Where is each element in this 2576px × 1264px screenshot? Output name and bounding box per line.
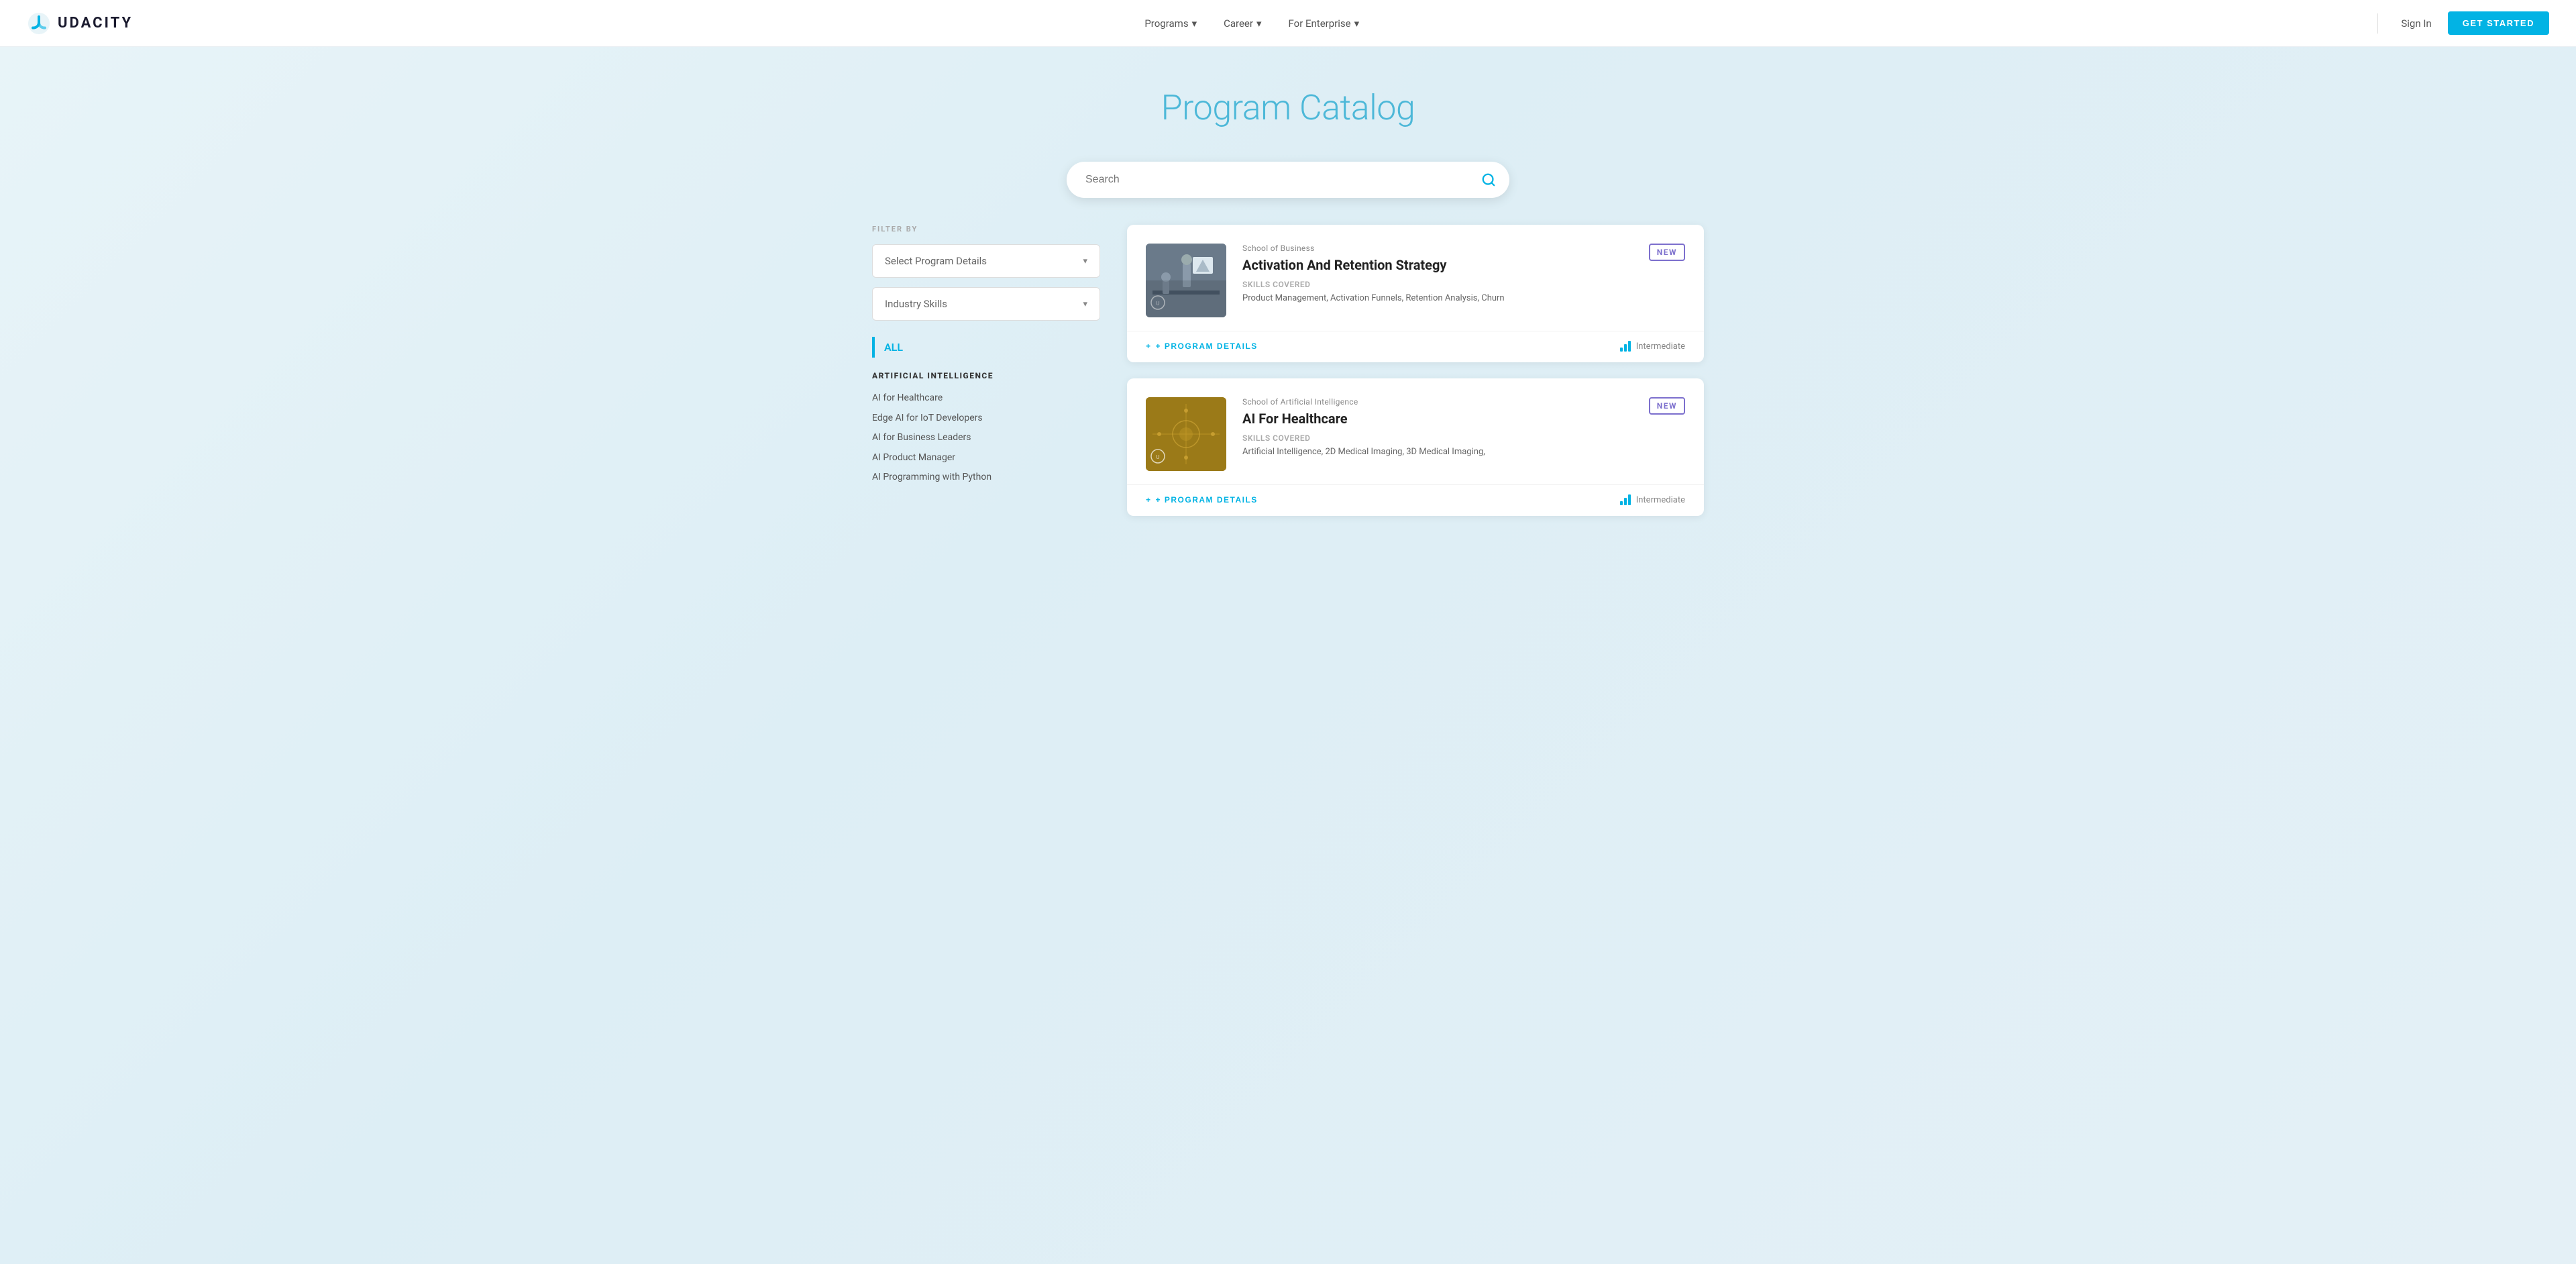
filter-skills-label: Industry Skills: [885, 298, 947, 310]
program-details-button-activation[interactable]: + + PROGRAM DETAILS: [1146, 341, 1258, 351]
navbar: UDACITY Programs ▾ Career ▾ For Enterpri…: [0, 0, 2576, 47]
sidebar-item-ai-product[interactable]: AI Product Manager: [872, 448, 1100, 468]
filter-select-skills-wrapper: Industry Skills ▾: [872, 287, 1100, 321]
program-card-body: U School of Business Activation And Rete…: [1127, 225, 1704, 331]
sidebar-category-ai: ARTIFICIAL INTELLIGENCE AI for Healthcar…: [872, 371, 1100, 488]
nav-center: Programs ▾ Career ▾ For Enterprise ▾: [1144, 17, 1359, 30]
bar-low: [1620, 348, 1623, 352]
sidebar-all-label[interactable]: ALL: [872, 337, 1100, 358]
search-input[interactable]: [1085, 162, 1481, 198]
program-thumbnail-business: U: [1146, 244, 1226, 317]
new-badge-healthcare: NEW: [1649, 397, 1685, 415]
sidebar-category-title-ai: ARTIFICIAL INTELLIGENCE: [872, 371, 1100, 380]
hero-section: Program Catalog: [0, 47, 2576, 155]
plus-icon: +: [1146, 495, 1152, 505]
sidebar-item-ai-business[interactable]: AI for Business Leaders: [872, 428, 1100, 448]
filter-select-program[interactable]: Select Program Details ▾: [872, 244, 1100, 278]
skills-text: Product Management, Activation Funnels, …: [1242, 292, 1633, 305]
program-info-healthcare: School of Artificial Intelligence AI For…: [1242, 397, 1633, 459]
plus-icon: +: [1146, 341, 1152, 351]
filter-select-program-wrapper: Select Program Details ▾: [872, 244, 1100, 278]
level-indicator-activation: Intermediate: [1620, 341, 1685, 352]
program-card-footer-activation: + + PROGRAM DETAILS Intermediate: [1127, 331, 1704, 362]
sidebar-item-edge-ai[interactable]: Edge AI for IoT Developers: [872, 409, 1100, 429]
bar-mid: [1624, 498, 1627, 505]
level-chart-icon-healthcare: [1620, 494, 1631, 505]
sidebar-all-section: ALL ARTIFICIAL INTELLIGENCE AI for Healt…: [872, 337, 1100, 488]
bar-high: [1628, 494, 1631, 505]
filter-select-skills[interactable]: Industry Skills ▾: [872, 287, 1100, 321]
sidebar-item-ai-python[interactable]: AI Programming with Python: [872, 468, 1100, 488]
program-info-activation: School of Business Activation And Retent…: [1242, 244, 1633, 305]
bar-mid: [1624, 344, 1627, 352]
bar-high: [1628, 341, 1631, 352]
filter-program-label: Select Program Details: [885, 255, 987, 267]
chevron-down-icon: ▾: [1083, 256, 1087, 266]
nav-career[interactable]: Career ▾: [1224, 17, 1261, 30]
chevron-down-icon: ▾: [1192, 17, 1197, 30]
get-started-button[interactable]: GET STARTED: [2448, 11, 2549, 35]
search-button[interactable]: [1481, 172, 1496, 187]
program-details-label-healthcare: + PROGRAM DETAILS: [1156, 495, 1258, 505]
program-title-healthcare: AI For Healthcare: [1242, 411, 1633, 427]
level-text: Intermediate: [1636, 341, 1685, 352]
skills-label-healthcare: Skills Covered: [1242, 433, 1633, 443]
skills-label: Skills Covered: [1242, 280, 1633, 289]
sidebar: FILTER BY Select Program Details ▾ Indus…: [872, 225, 1100, 532]
program-card-activation: U School of Business Activation And Rete…: [1127, 225, 1704, 362]
hero-title: Program Catalog: [13, 87, 2563, 128]
nav-right: Sign In GET STARTED: [2371, 11, 2549, 35]
program-title: Activation And Retention Strategy: [1242, 257, 1633, 273]
program-card-body-healthcare: U School of Artificial Intelligence AI F…: [1127, 378, 1704, 484]
program-card-footer-healthcare: + + PROGRAM DETAILS Intermediate: [1127, 484, 1704, 516]
program-details-button-healthcare[interactable]: + + PROGRAM DETAILS: [1146, 495, 1258, 505]
new-badge-activation: NEW: [1649, 244, 1685, 261]
nav-programs[interactable]: Programs ▾: [1144, 17, 1197, 30]
logo-link[interactable]: UDACITY: [27, 11, 133, 36]
chevron-down-icon: ▾: [1354, 17, 1360, 30]
search-icon: [1481, 172, 1496, 187]
nav-enterprise[interactable]: For Enterprise ▾: [1289, 17, 1360, 30]
logo-text: UDACITY: [58, 15, 133, 32]
nav-divider: [2377, 13, 2378, 34]
level-indicator-healthcare: Intermediate: [1620, 494, 1685, 505]
program-details-label: + PROGRAM DETAILS: [1156, 341, 1258, 351]
thumb-scene-business: U: [1146, 244, 1226, 317]
program-card-healthcare: U School of Artificial Intelligence AI F…: [1127, 378, 1704, 516]
program-list: U School of Business Activation And Rete…: [1127, 225, 1704, 532]
svg-text:U: U: [1156, 454, 1159, 460]
skills-text-healthcare: Artificial Intelligence, 2D Medical Imag…: [1242, 445, 1633, 459]
filter-label: FILTER BY: [872, 225, 1100, 233]
svg-text:U: U: [1156, 301, 1159, 307]
bar-low: [1620, 501, 1623, 505]
chevron-down-icon: ▾: [1083, 299, 1087, 309]
program-thumbnail-ai: U: [1146, 397, 1226, 471]
udacity-logo-icon: [27, 11, 51, 36]
program-school: School of Business: [1242, 244, 1633, 253]
level-text-healthcare: Intermediate: [1636, 495, 1685, 505]
thumb-scene-ai: U: [1146, 397, 1226, 471]
sidebar-item-ai-healthcare[interactable]: AI for Healthcare: [872, 388, 1100, 409]
level-chart-icon: [1620, 341, 1631, 352]
chevron-down-icon: ▾: [1256, 17, 1262, 30]
search-section: [0, 155, 2576, 225]
program-school-healthcare: School of Artificial Intelligence: [1242, 397, 1633, 407]
main-layout: FILTER BY Select Program Details ▾ Indus…: [852, 225, 1724, 572]
search-box: [1067, 162, 1509, 198]
sign-in-link[interactable]: Sign In: [2401, 17, 2431, 30]
